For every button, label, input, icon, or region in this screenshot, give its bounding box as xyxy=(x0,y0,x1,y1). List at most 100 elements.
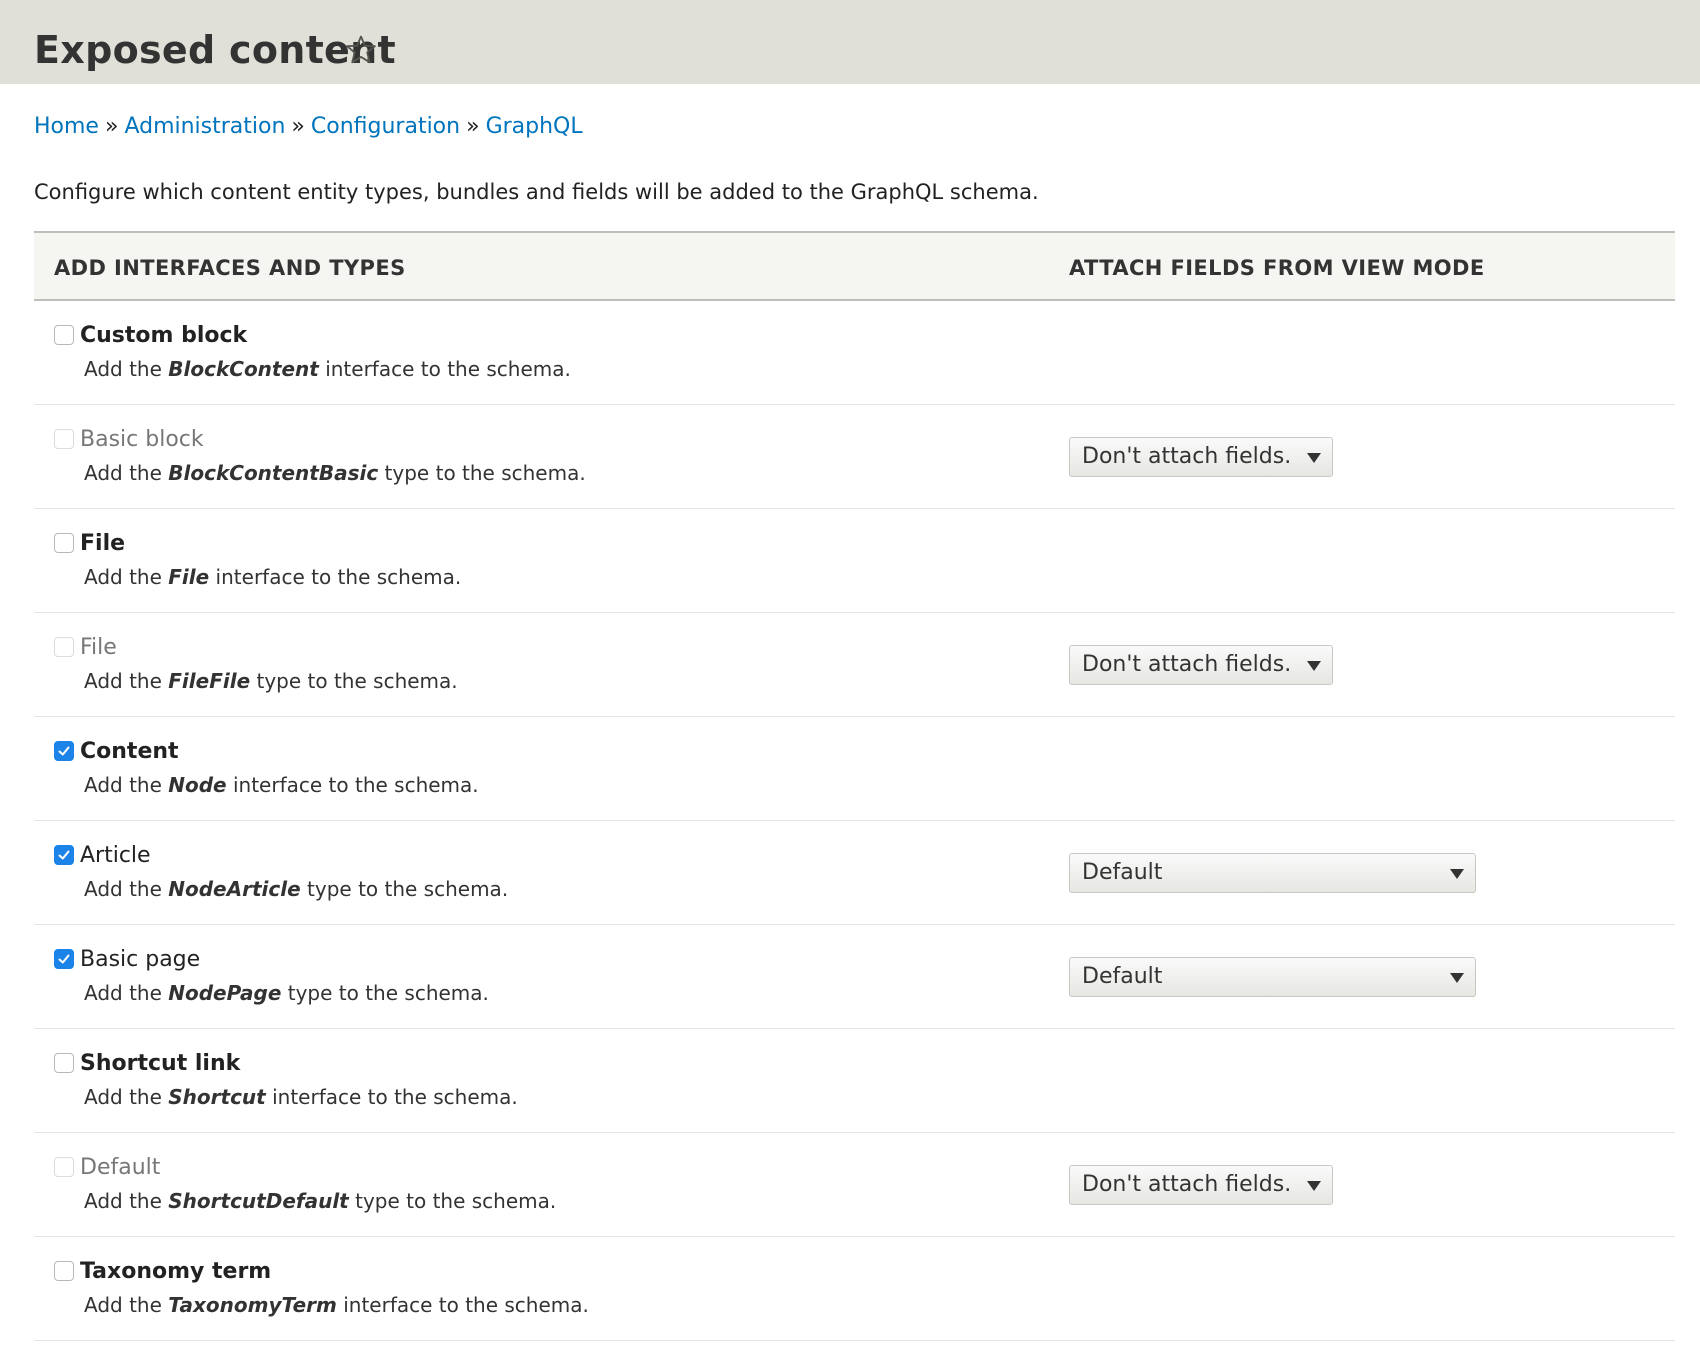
view-mode-select[interactable]: Default xyxy=(1069,957,1476,997)
triangle-down-icon xyxy=(1450,973,1464,983)
page-title: Exposed content xyxy=(34,28,396,72)
description-text: Add the xyxy=(84,357,169,381)
view-mode-select[interactable]: Default xyxy=(1069,853,1476,893)
row-label: Basic block xyxy=(80,427,204,452)
table-row: Custom block Add the BlockContent interfa… xyxy=(34,301,1675,405)
description-text: type to the schema. xyxy=(300,877,509,901)
schema-name: NodePage xyxy=(168,981,282,1005)
checkbox xyxy=(54,1157,74,1177)
row-label[interactable]: File xyxy=(80,531,125,556)
column-header-view-mode: ATTACH FIELDS FROM VIEW MODE xyxy=(1069,256,1485,280)
table-body: Custom block Add the BlockContent interfa… xyxy=(34,301,1675,1341)
checkbox[interactable] xyxy=(54,1053,74,1073)
table-row: Taxonomy term Add the TaxonomyTerm interf… xyxy=(34,1237,1675,1341)
description-text: Add the xyxy=(84,669,169,693)
row-description: Add the Node interface to the schema. xyxy=(84,773,479,797)
row-description: Add the NodeArticle type to the schema. xyxy=(84,877,508,901)
triangle-down-icon xyxy=(1307,661,1321,671)
row-label[interactable]: Custom block xyxy=(80,323,247,348)
row-label[interactable]: Basic page xyxy=(80,947,200,972)
select-value: Don't attach fields. xyxy=(1082,1172,1292,1197)
table-row: Article Add the NodeArticle type to the s… xyxy=(34,821,1675,925)
checkbox-checked[interactable] xyxy=(54,949,74,969)
exposed-content-table: ADD INTERFACES AND TYPES ATTACH FIELDS F… xyxy=(34,231,1675,1341)
description-text: Add the xyxy=(84,877,169,901)
row-description: Add the Shortcut interface to the schema… xyxy=(84,1085,518,1109)
row-label[interactable]: Article xyxy=(80,843,151,868)
checkbox-checked[interactable] xyxy=(54,741,74,761)
schema-name: NodeArticle xyxy=(168,877,301,901)
schema-name: Shortcut xyxy=(168,1085,266,1109)
description-text: interface to the schema. xyxy=(209,565,462,589)
column-header-types: ADD INTERFACES AND TYPES xyxy=(54,256,406,280)
triangle-down-icon xyxy=(1307,453,1321,463)
schema-name: BlockContentBasic xyxy=(168,461,379,485)
description-text: Add the xyxy=(84,1085,169,1109)
row-label: Default xyxy=(80,1155,161,1180)
table-row: File Add the FileFile type to the schema.… xyxy=(34,613,1675,717)
checkbox[interactable] xyxy=(54,325,74,345)
breadcrumb-separator: » xyxy=(104,114,119,139)
row-description: Add the ShortcutDefault type to the sche… xyxy=(84,1189,556,1213)
row-label[interactable]: Content xyxy=(80,739,179,764)
breadcrumb-link-administration[interactable]: Administration xyxy=(124,114,285,139)
row-description: Add the File interface to the schema. xyxy=(84,565,461,589)
checkmark-icon xyxy=(58,850,70,860)
description-text: Add the xyxy=(84,773,169,797)
checkbox[interactable] xyxy=(54,533,74,553)
description-text: Add the xyxy=(84,1293,169,1317)
row-label[interactable]: Shortcut link xyxy=(80,1051,240,1076)
triangle-down-icon xyxy=(1307,1181,1321,1191)
table-header: ADD INTERFACES AND TYPES ATTACH FIELDS F… xyxy=(34,231,1675,301)
row-label[interactable]: Taxonomy term xyxy=(80,1259,271,1284)
row-description: Add the FileFile type to the schema. xyxy=(84,669,458,693)
schema-name: File xyxy=(168,565,210,589)
description-text: Add the xyxy=(84,1189,169,1213)
schema-name: ShortcutDefault xyxy=(168,1189,349,1213)
breadcrumb-link-graphql[interactable]: GraphQL xyxy=(486,114,583,139)
checkbox xyxy=(54,429,74,449)
row-description: Add the BlockContentBasic type to the sc… xyxy=(84,461,586,485)
checkbox xyxy=(54,637,74,657)
triangle-down-icon xyxy=(1450,869,1464,879)
table-row: Shortcut link Add the Shortcut interface … xyxy=(34,1029,1675,1133)
description-text: Add the xyxy=(84,461,169,485)
view-mode-select[interactable]: Don't attach fields. xyxy=(1069,645,1333,685)
view-mode-select[interactable]: Don't attach fields. xyxy=(1069,1165,1333,1205)
description-text: type to the schema. xyxy=(250,669,458,693)
breadcrumb: Home» Administration» Configuration» GraphQ… xyxy=(34,114,583,139)
select-value: Don't attach fields. xyxy=(1082,444,1292,469)
description-text: type to the schema. xyxy=(378,461,586,485)
description-text: interface to the schema. xyxy=(226,773,479,797)
row-description: Add the NodePage type to the schema. xyxy=(84,981,489,1005)
table-row: Basic page Add the NodePage type to the s… xyxy=(34,925,1675,1029)
breadcrumb-link-home[interactable]: Home xyxy=(34,114,99,139)
schema-name: Node xyxy=(168,773,227,797)
select-value: Default xyxy=(1082,964,1163,989)
description-text: type to the schema. xyxy=(281,981,489,1005)
description-text: interface to the schema. xyxy=(336,1293,589,1317)
page-description: Configure which content entity types, bu… xyxy=(34,180,1039,204)
description-text: Add the xyxy=(84,565,169,589)
schema-name: BlockContent xyxy=(168,357,319,381)
page-header: Exposed content xyxy=(0,0,1700,84)
row-label: File xyxy=(80,635,117,660)
select-value: Don't attach fields. xyxy=(1082,652,1292,677)
breadcrumb-separator: » xyxy=(291,114,305,139)
schema-name: TaxonomyTerm xyxy=(168,1293,337,1317)
star-outline-icon[interactable] xyxy=(344,33,378,67)
description-text: interface to the schema. xyxy=(265,1085,518,1109)
checkmark-icon xyxy=(58,954,70,964)
table-row: File Add the File interface to the schema… xyxy=(34,509,1675,613)
row-description: Add the BlockContent interface to the sc… xyxy=(84,357,571,381)
breadcrumb-link-configuration[interactable]: Configuration xyxy=(311,114,460,139)
checkbox-checked[interactable] xyxy=(54,845,74,865)
breadcrumb-separator: » xyxy=(466,114,480,139)
checkbox[interactable] xyxy=(54,1261,74,1281)
description-text: Add the xyxy=(84,981,169,1005)
select-value: Default xyxy=(1082,860,1163,885)
checkmark-icon xyxy=(58,746,70,756)
view-mode-select[interactable]: Don't attach fields. xyxy=(1069,437,1333,477)
table-row: Basic block Add the BlockContentBasic typ… xyxy=(34,405,1675,509)
schema-name: FileFile xyxy=(168,669,251,693)
